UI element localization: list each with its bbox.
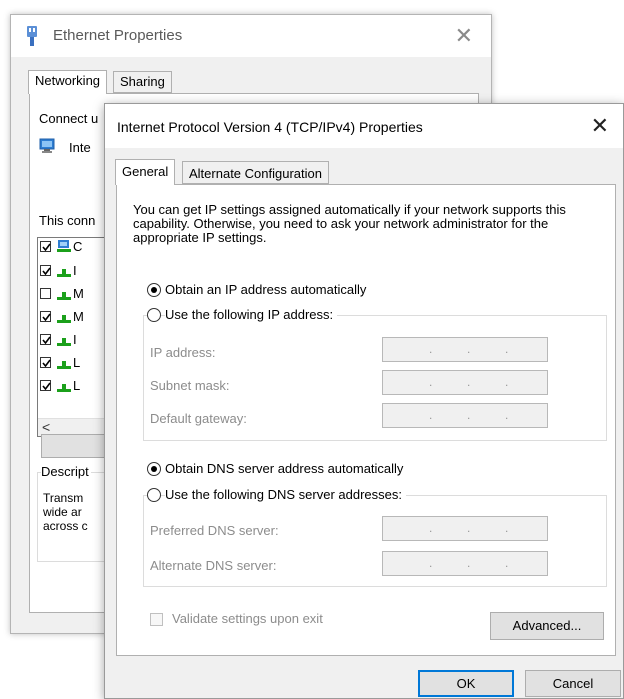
- item-checkbox[interactable]: [40, 241, 51, 252]
- obtain-ip-auto-radio[interactable]: [147, 283, 161, 297]
- subnet-mask-input[interactable]: ...: [382, 370, 548, 395]
- ipv4-properties-dialog: Internet Protocol Version 4 (TCP/IPv4) P…: [104, 103, 624, 699]
- scroll-left-arrow[interactable]: <: [42, 419, 50, 435]
- description-text-line: across c: [43, 519, 88, 533]
- default-gateway-input[interactable]: ...: [382, 403, 548, 428]
- item-checkbox[interactable]: [40, 311, 51, 322]
- ethernet-window-title: Ethernet Properties: [53, 27, 183, 44]
- item-checkbox[interactable]: [40, 380, 51, 391]
- validate-settings-checkbox[interactable]: [150, 613, 163, 626]
- list-item: L: [73, 355, 81, 370]
- list-item: L: [73, 378, 81, 393]
- tab-sharing[interactable]: Sharing: [113, 71, 172, 93]
- item-checkbox-unchecked[interactable]: [40, 288, 51, 299]
- description-text-line: Transm: [43, 491, 84, 505]
- list-item: C: [73, 239, 83, 254]
- ip-address-label: IP address:: [150, 345, 216, 360]
- network-component-icon: [56, 336, 72, 351]
- preferred-dns-input[interactable]: ...: [382, 516, 548, 541]
- network-component-icon: [56, 313, 72, 328]
- obtain-dns-auto-label[interactable]: Obtain DNS server address automatically: [165, 461, 403, 476]
- network-component-icon: [56, 267, 72, 282]
- alternate-dns-input[interactable]: ...: [382, 551, 548, 576]
- connect-using-label: Connect u: [39, 111, 99, 126]
- ok-button[interactable]: OK: [418, 670, 514, 697]
- use-following-ip-label[interactable]: Use the following IP address:: [165, 307, 338, 322]
- list-item: I: [73, 332, 77, 347]
- preferred-dns-label: Preferred DNS server:: [150, 523, 279, 538]
- tab-alternate-configuration[interactable]: Alternate Configuration: [182, 161, 329, 184]
- tab-general[interactable]: General: [115, 159, 176, 185]
- network-component-icon: [56, 382, 72, 397]
- ethernet-connector-icon: [25, 26, 39, 49]
- ipv4-general-panel: You can get IP settings assigned automat…: [116, 184, 616, 656]
- list-item: M: [73, 286, 84, 301]
- tab-networking[interactable]: Networking: [28, 70, 108, 94]
- item-checkbox[interactable]: [40, 357, 51, 368]
- obtain-dns-auto-radio[interactable]: [147, 462, 161, 476]
- description-label: Descript: [41, 464, 91, 479]
- obtain-ip-auto-label[interactable]: Obtain an IP address automatically: [165, 282, 366, 297]
- use-following-dns-label[interactable]: Use the following DNS server addresses:: [165, 487, 406, 502]
- description-text-line: wide ar: [43, 505, 82, 519]
- use-following-ip-radio[interactable]: [147, 308, 161, 322]
- ipv4-titlebar: Internet Protocol Version 4 (TCP/IPv4) P…: [105, 104, 623, 148]
- ethernet-titlebar: Ethernet Properties ✕: [11, 15, 491, 57]
- client-network-icon: [56, 239, 72, 256]
- list-item: M: [73, 309, 84, 324]
- default-gateway-label: Default gateway:: [150, 411, 247, 426]
- subnet-mask-label: Subnet mask:: [150, 378, 230, 393]
- use-following-dns-radio[interactable]: [147, 488, 161, 502]
- alternate-dns-label: Alternate DNS server:: [150, 558, 277, 573]
- ethernet-close-button[interactable]: ✕: [455, 23, 473, 49]
- network-adapter-icon: [39, 138, 57, 157]
- list-item: I: [73, 263, 77, 278]
- adapter-name: Inte: [69, 140, 91, 155]
- validate-settings-label[interactable]: Validate settings upon exit: [172, 611, 323, 626]
- network-component-icon: [56, 290, 72, 305]
- ipv4-close-button[interactable]: ✕: [591, 113, 609, 139]
- network-component-icon: [56, 359, 72, 374]
- ip-settings-description: You can get IP settings assigned automat…: [133, 202, 566, 245]
- ip-address-input[interactable]: ...: [382, 337, 548, 362]
- item-checkbox[interactable]: [40, 334, 51, 345]
- item-checkbox[interactable]: [40, 265, 51, 276]
- cancel-button[interactable]: Cancel: [525, 670, 621, 697]
- advanced-button[interactable]: Advanced...: [490, 612, 604, 640]
- this-connection-label: This conn: [39, 213, 96, 228]
- ipv4-dialog-title: Internet Protocol Version 4 (TCP/IPv4) P…: [117, 119, 423, 135]
